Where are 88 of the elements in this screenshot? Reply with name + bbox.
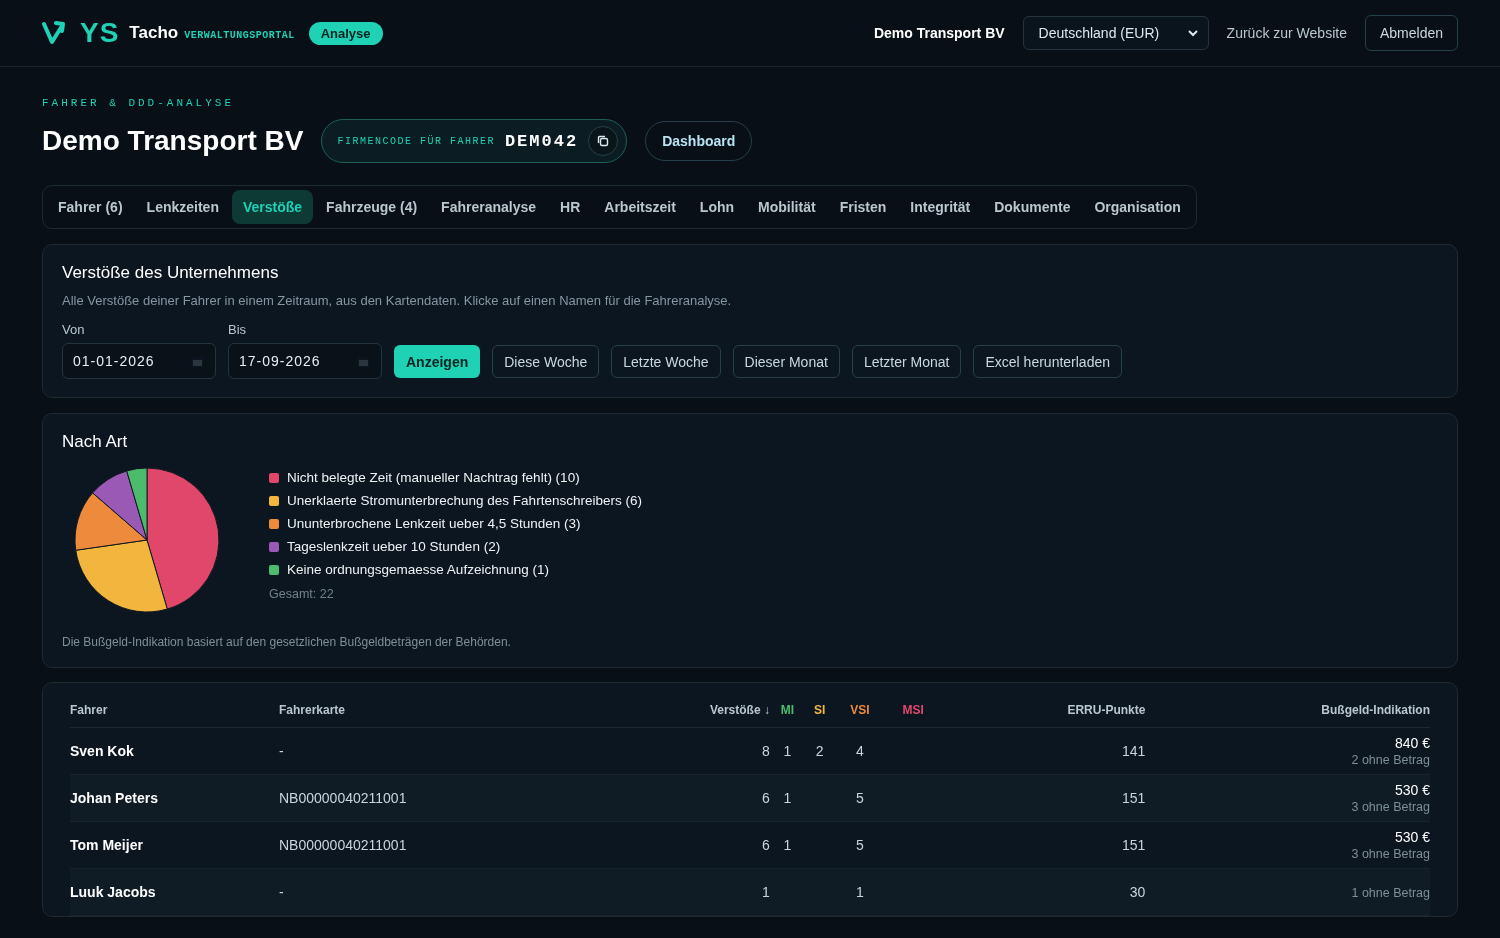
table-cell: 6 <box>762 837 770 853</box>
filter-button[interactable]: Dieser Monat <box>732 345 840 378</box>
card-description: Alle Verstöße deiner Fahrer in einem Zeitraum, aus den Kartendaten. Klicke auf einen Namen für die Fahreranalyse. <box>62 293 733 308</box>
column-header: VSI <box>834 693 886 728</box>
tab[interactable]: Lenkzeiten <box>135 190 230 224</box>
table-cell: 1 <box>783 837 792 853</box>
legend-label: Nicht belegte Zeit (manueller Nachtrag fehlt) (10) <box>287 470 580 485</box>
column-header: Fahrerkarte <box>279 693 613 728</box>
logout-button[interactable]: Abmelden <box>1364 15 1458 51</box>
analysis-badge: Analyse <box>308 21 383 45</box>
table-cell: 1 <box>783 743 792 759</box>
tab[interactable]: Fahrzeuge (4) <box>315 190 429 224</box>
back-link[interactable]: Zurück zur Website <box>1226 25 1347 41</box>
tab[interactable]: Arbeitszeit <box>593 190 687 224</box>
driver-link[interactable]: Luuk Jacobs <box>70 884 156 900</box>
table-cell: 1 <box>783 790 792 806</box>
fine-note-cell-text: 2 ohne Betrag <box>1350 753 1430 767</box>
tab[interactable]: HR <box>549 190 592 224</box>
filter-button[interactable]: Letzte Woche <box>611 345 721 378</box>
field-label: Von <box>62 322 86 337</box>
column-header: MSI <box>885 693 942 728</box>
chevron-down-icon <box>1187 29 1198 37</box>
table-cell: NB00000040211001 <box>279 837 407 853</box>
code-label: FIRMENCODE FÜR FAHRER <box>337 135 495 147</box>
brand-subtitle: VERWALTUNGSPORTAL <box>184 29 295 41</box>
show-button[interactable]: Anzeigen <box>394 345 481 378</box>
table-cell: 1 <box>762 884 770 900</box>
fine-note-cell-text: 1 ohne Betrag <box>1350 886 1430 900</box>
table-cell: 2 <box>815 743 824 759</box>
page-title: Demo Transport BV <box>42 125 304 157</box>
logo-text: YS <box>80 17 120 49</box>
fine-note-cell-text: 3 ohne Betrag <box>1350 847 1430 861</box>
card-title: Verstöße des Unternehmens <box>62 263 280 283</box>
column-header: Verstöße ↓ <box>612 693 770 728</box>
filter-button[interactable]: Diese Woche <box>492 345 600 378</box>
column-header: SI <box>804 693 835 728</box>
driver-link[interactable]: Sven Kok <box>70 743 134 759</box>
tab[interactable]: Mobilität <box>747 190 827 224</box>
date-field[interactable]: 01-01-2026 <box>62 343 216 379</box>
table-cell: 151 <box>1122 790 1146 806</box>
column-header: Fahrer <box>70 693 279 728</box>
column-header: ERRU-Punkte <box>941 693 1146 728</box>
total-count: Gesamt: 22 <box>269 587 335 601</box>
table-cell: - <box>279 743 284 759</box>
legend-label: Keine ordnungsgemaesse Aufzeichnung (1) <box>287 562 549 577</box>
tab[interactable]: Verstöße <box>231 190 314 224</box>
table-cell: 4 <box>855 743 864 759</box>
copy-icon <box>597 135 610 147</box>
table-cell: 141 <box>1122 743 1146 759</box>
table-cell: 5 <box>855 790 864 806</box>
table-cell: 30 <box>1129 884 1146 900</box>
fine-amount: 530 € <box>1393 829 1430 845</box>
column-header: Bußgeld-Indikation <box>1145 693 1430 728</box>
fine-amount: 840 € <box>1393 735 1430 751</box>
table-cell: 6 <box>762 790 770 806</box>
filter-button[interactable]: Excel herunterladen <box>973 345 1122 378</box>
tab[interactable]: Fristen <box>828 190 898 224</box>
fine-note: Die Bußgeld-Indikation basiert auf den gesetzlichen Bußgeldbeträgen der Behörden. <box>62 635 512 649</box>
fine-note-cell-text: 3 ohne Betrag <box>1350 800 1430 814</box>
legend-label: Ununterbrochene Lenkzeit ueber 4,5 Stunden (3) <box>287 516 581 531</box>
tab[interactable]: Fahreranalyse <box>430 190 548 224</box>
driver-link[interactable]: Tom Meijer <box>70 837 143 853</box>
company-name: Demo Transport BV <box>873 25 1005 41</box>
tab[interactable]: Dokumente <box>983 190 1082 224</box>
legend-label: Unerklaerte Stromunterbrechung des Fahrtenschreibers (6) <box>287 493 642 508</box>
tab[interactable]: Fahrer (6) <box>47 190 134 224</box>
tab[interactable]: Organisation <box>1083 190 1192 224</box>
tab[interactable]: Integrität <box>899 190 982 224</box>
driver-link[interactable]: Johan Peters <box>70 790 158 806</box>
table-cell: - <box>279 884 284 900</box>
card-title: Nach Art <box>62 432 129 452</box>
date-field[interactable]: 17-09-2026 <box>228 343 382 379</box>
table-cell: NB00000040211001 <box>279 790 407 806</box>
table-cell: 151 <box>1122 837 1146 853</box>
fine-amount: 530 € <box>1393 782 1430 798</box>
table-cell: 5 <box>855 837 864 853</box>
field-label: Bis <box>228 322 248 337</box>
table-cell: 8 <box>762 743 770 759</box>
table-cell: 1 <box>855 884 864 900</box>
legend-label: Tageslenkzeit ueber 10 Stunden (2) <box>287 539 501 554</box>
country-select[interactable]: Deutschland (EUR) <box>1022 16 1209 50</box>
filter-button[interactable]: Letzter Monat <box>851 345 962 378</box>
copy-button[interactable] <box>588 126 619 156</box>
company-code: DEM042 <box>504 131 579 151</box>
tab[interactable]: Lohn <box>688 190 746 224</box>
section-eyebrow: FAHRER & DDD-ANALYSE <box>42 97 236 109</box>
column-header: MI <box>769 693 805 728</box>
brand-name: Tacho <box>129 23 179 43</box>
